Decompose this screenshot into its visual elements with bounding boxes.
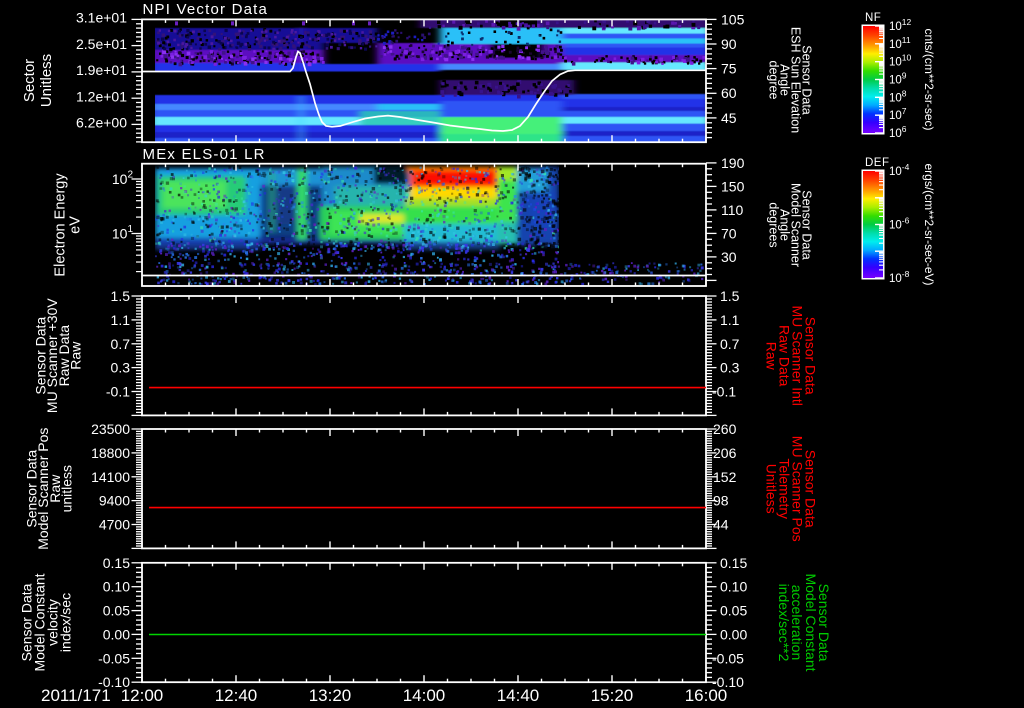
svg-text:eV: eV	[68, 216, 84, 234]
svg-text:1.1: 1.1	[720, 312, 740, 328]
svg-text:30: 30	[721, 249, 737, 265]
svg-text:degrees: degrees	[767, 202, 781, 247]
svg-text:14100: 14100	[91, 469, 130, 485]
svg-text:NPI Vector Data: NPI Vector Data	[143, 1, 269, 18]
svg-text:-0.1: -0.1	[712, 384, 736, 400]
svg-text:Unitless: Unitless	[38, 54, 55, 107]
svg-text:0.7: 0.7	[111, 336, 131, 352]
svg-text:1.5: 1.5	[720, 288, 740, 304]
svg-text:Electron Energy: Electron Energy	[53, 173, 69, 277]
svg-text:1.5: 1.5	[111, 288, 131, 304]
svg-text:9400: 9400	[99, 493, 130, 509]
svg-text:Raw: Raw	[764, 342, 780, 371]
svg-text:unitless: unitless	[59, 465, 75, 512]
svg-text:12:00: 12:00	[121, 686, 164, 705]
svg-text:190: 190	[721, 155, 745, 171]
svg-text:90: 90	[721, 36, 737, 52]
svg-text:ergs/(cm**2-sr-sec-eV): ergs/(cm**2-sr-sec-eV)	[922, 163, 936, 285]
svg-text:0.3: 0.3	[111, 360, 131, 376]
svg-text:105: 105	[721, 11, 745, 27]
svg-text:2.5e+01: 2.5e+01	[76, 36, 127, 52]
svg-text:0.10: 0.10	[720, 579, 747, 595]
svg-text:75: 75	[721, 61, 737, 77]
svg-text:1.9e+01: 1.9e+01	[76, 62, 127, 78]
svg-text:206: 206	[713, 445, 737, 461]
svg-text:110: 110	[721, 202, 744, 218]
svg-text:4700: 4700	[99, 517, 130, 533]
svg-text:18800: 18800	[91, 445, 130, 461]
svg-text:14:40: 14:40	[497, 686, 540, 705]
svg-text:MEx ELS-01 LR: MEx ELS-01 LR	[143, 146, 266, 163]
svg-text:0.7: 0.7	[720, 336, 740, 352]
svg-text:12:40: 12:40	[215, 686, 258, 705]
svg-text:2011/171: 2011/171	[41, 686, 111, 705]
svg-text:0.10: 0.10	[103, 579, 130, 595]
svg-text:0.05: 0.05	[103, 603, 130, 619]
svg-text:45: 45	[721, 110, 737, 126]
svg-text:index/sec: index/sec	[58, 593, 74, 652]
svg-text:0.15: 0.15	[103, 555, 130, 571]
svg-text:Unitless: Unitless	[764, 464, 780, 514]
svg-text:Sector: Sector	[21, 59, 38, 102]
svg-text:-0.05: -0.05	[98, 650, 130, 666]
svg-text:60: 60	[721, 85, 737, 101]
svg-text:98: 98	[713, 493, 729, 509]
svg-text:1.2e+01: 1.2e+01	[76, 88, 127, 104]
svg-text:44: 44	[713, 517, 729, 533]
svg-text:0.00: 0.00	[720, 627, 747, 643]
svg-text:152: 152	[713, 469, 737, 485]
svg-text:degree: degree	[767, 61, 781, 100]
svg-text:-0.1: -0.1	[106, 384, 130, 400]
svg-text:index/sec**2: index/sec**2	[776, 584, 792, 662]
svg-text:0.00: 0.00	[103, 627, 130, 643]
svg-text:16:00: 16:00	[685, 686, 728, 705]
svg-text:DEF: DEF	[865, 157, 890, 169]
svg-text:1.1: 1.1	[111, 312, 131, 328]
svg-text:NF: NF	[865, 12, 881, 24]
svg-text:0.15: 0.15	[720, 555, 747, 571]
svg-text:23500: 23500	[91, 421, 130, 437]
svg-text:70: 70	[721, 225, 737, 241]
svg-text:-0.05: -0.05	[712, 650, 744, 666]
svg-text:14:00: 14:00	[403, 686, 446, 705]
svg-text:6.2e+00: 6.2e+00	[76, 115, 127, 131]
svg-text:Raw: Raw	[68, 341, 84, 370]
svg-text:0.05: 0.05	[720, 603, 747, 619]
svg-text:150: 150	[721, 178, 745, 194]
svg-text:13:20: 13:20	[309, 686, 352, 705]
svg-text:cnts/(cm**2-sr-sec): cnts/(cm**2-sr-sec)	[922, 28, 936, 130]
svg-text:15:20: 15:20	[591, 686, 634, 705]
svg-text:260: 260	[713, 421, 737, 437]
svg-text:3.1e+01: 3.1e+01	[76, 10, 127, 26]
svg-text:0.3: 0.3	[720, 360, 740, 376]
